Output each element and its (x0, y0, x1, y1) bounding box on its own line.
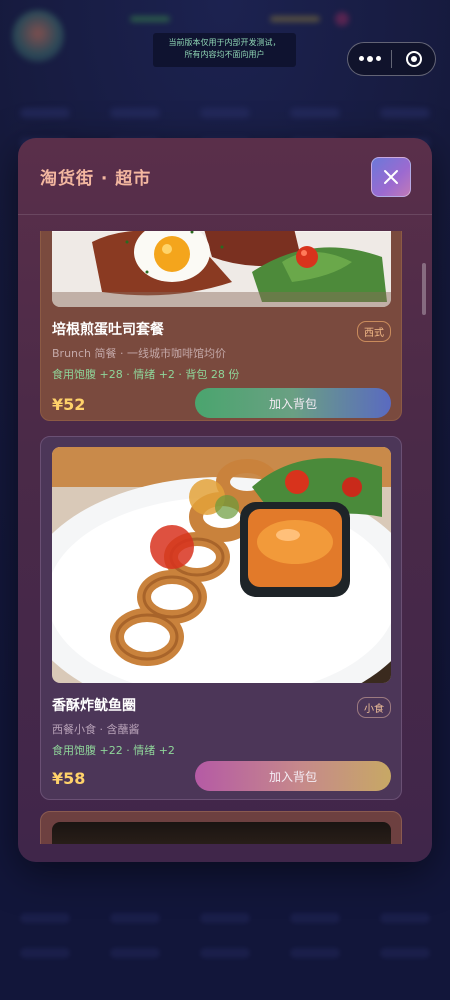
product-stats: 食用饱腹 +28 · 情绪 +2 · 背包 28 份 (52, 368, 240, 381)
dev-notice-line1: 当前版本仅用于内部开发测试， (168, 38, 281, 47)
product-card (40, 811, 402, 844)
product-description: Brunch 简餐 · 一线城市咖啡馆均价 (52, 347, 227, 360)
product-tag: 小食 (357, 697, 391, 718)
add-to-bag-button[interactable]: 加入背包 (195, 761, 391, 791)
modal-title: 淘货街 · 超市 (40, 169, 152, 189)
product-tag: 西式 (357, 321, 391, 342)
shop-modal: 淘货街 · 超市 培根煎蛋吐司套餐 西式 Brunch 简餐 · 一线城市咖啡馆… (18, 138, 432, 862)
product-price: ¥52 (52, 395, 86, 414)
background-bottom (0, 895, 450, 995)
target-circle-icon (405, 51, 422, 67)
close-button[interactable] (371, 157, 411, 197)
modal-header: 淘货街 · 超市 (18, 138, 432, 215)
background-row (0, 940, 450, 966)
dev-notice-line2: 所有内容均不面向用户 (184, 50, 265, 59)
dev-notice: 当前版本仅用于内部开发测试， 所有内容均不面向用户 (153, 33, 296, 67)
product-card: 培根煎蛋吐司套餐 西式 Brunch 简餐 · 一线城市咖啡馆均价 食用饱腹 +… (40, 231, 402, 421)
fried-squid-rings-image (52, 447, 391, 683)
product-name: 培根煎蛋吐司套餐 (52, 322, 164, 338)
close-icon (384, 170, 398, 184)
product-price: ¥58 (52, 769, 86, 788)
background-row (0, 905, 450, 931)
bacon-egg-toast-image (52, 231, 391, 307)
background-bar (270, 16, 320, 22)
product-description: 西餐小食 · 含蘸酱 (52, 723, 140, 736)
more-dots-icon (358, 55, 381, 62)
background-bar (130, 16, 170, 22)
miniprogram-capsule (347, 42, 436, 76)
background-row (0, 100, 450, 126)
exit-button[interactable] (392, 43, 435, 75)
product-list[interactable]: 培根煎蛋吐司套餐 西式 Brunch 简餐 · 一线城市咖啡馆均价 食用饱腹 +… (18, 231, 432, 844)
background-dot (335, 12, 349, 26)
product-card: 香酥炸鱿鱼圈 小食 西餐小食 · 含蘸酱 食用饱腹 +22 · 情绪 +2 ¥5… (40, 436, 402, 800)
more-button[interactable] (348, 43, 391, 75)
product-stats: 食用饱腹 +22 · 情绪 +2 (52, 744, 175, 757)
product-name: 香酥炸鱿鱼圈 (52, 698, 136, 714)
product-photo (52, 447, 391, 683)
product-photo (52, 231, 391, 307)
avatar (12, 10, 64, 62)
add-to-bag-button[interactable]: 加入背包 (195, 388, 391, 418)
product-photo (52, 822, 391, 844)
